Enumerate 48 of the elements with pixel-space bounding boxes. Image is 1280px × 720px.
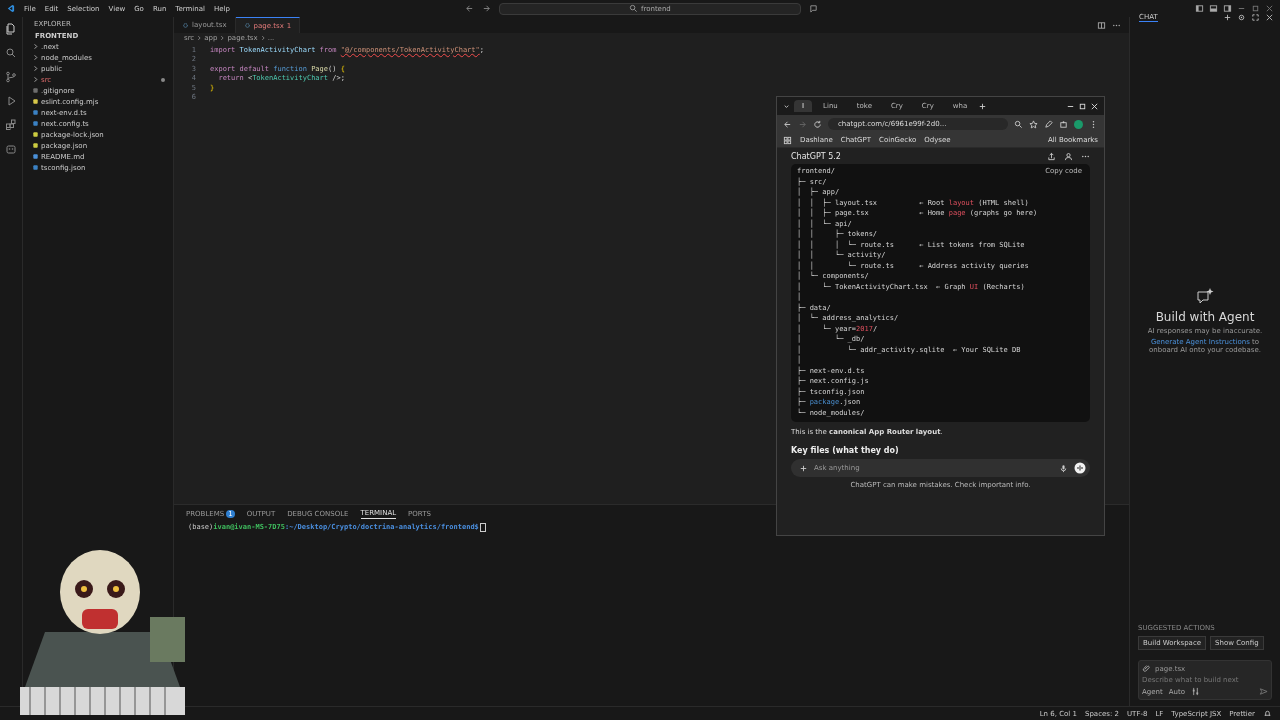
restore-icon[interactable] [1251, 4, 1260, 13]
puzzle-icon[interactable] [1059, 119, 1068, 129]
maximize-icon[interactable] [1078, 101, 1087, 111]
close-icon[interactable] [1265, 12, 1274, 22]
plus-icon[interactable] [799, 463, 808, 473]
chat-bubble-icon[interactable] [808, 4, 818, 13]
chat-title: Build with Agent [1155, 310, 1255, 324]
maximize-icon[interactable] [1251, 12, 1260, 22]
vscode-logo-icon [6, 4, 15, 13]
forward-arrow-icon[interactable] [481, 4, 491, 13]
pen-icon[interactable] [1044, 119, 1053, 129]
reload-icon[interactable] [813, 119, 822, 129]
settings-icon[interactable] [1237, 12, 1246, 22]
section-heading: Key files (what they do) [791, 446, 900, 455]
send-icon[interactable] [1259, 687, 1268, 696]
layout-icon[interactable] [1209, 4, 1218, 13]
gear-icon [243, 22, 251, 29]
search-icon[interactable] [5, 47, 17, 59]
search-icon[interactable] [1014, 119, 1023, 129]
source-control-icon[interactable] [5, 71, 17, 83]
split-editor-icon[interactable] [1097, 20, 1106, 30]
layout-icon[interactable] [1195, 4, 1204, 13]
files-icon[interactable] [5, 23, 17, 35]
chevron-right-icon [196, 35, 203, 41]
paperclip-icon[interactable] [1142, 664, 1151, 673]
plus-icon[interactable] [1223, 12, 1232, 22]
share-icon[interactable] [1047, 151, 1056, 161]
apps-grid-icon[interactable] [783, 135, 792, 145]
new-tab-icon[interactable] [978, 101, 988, 111]
gear-icon [182, 21, 189, 29]
voice-button-icon[interactable] [1074, 462, 1086, 474]
bell-icon[interactable] [1263, 709, 1272, 718]
microphone-icon[interactable] [1059, 463, 1068, 473]
chevron-right-icon [259, 35, 266, 41]
back-arrow-icon[interactable] [464, 4, 474, 13]
back-arrow-icon[interactable] [783, 119, 792, 129]
robot-icon[interactable] [5, 143, 17, 155]
search-icon [628, 4, 638, 13]
extensions-icon[interactable] [5, 119, 17, 131]
run-debug-icon[interactable] [5, 95, 17, 107]
tools-icon[interactable] [1191, 687, 1200, 696]
model-selector[interactable]: ChatGPT 5.2 [791, 151, 841, 161]
layout-icon[interactable] [1223, 4, 1232, 13]
chevron-right-icon [219, 35, 226, 41]
star-icon[interactable] [1029, 119, 1038, 129]
person-icon[interactable] [1064, 151, 1073, 161]
terminal-cursor [479, 523, 486, 532]
profile-avatar[interactable] [1074, 119, 1083, 129]
